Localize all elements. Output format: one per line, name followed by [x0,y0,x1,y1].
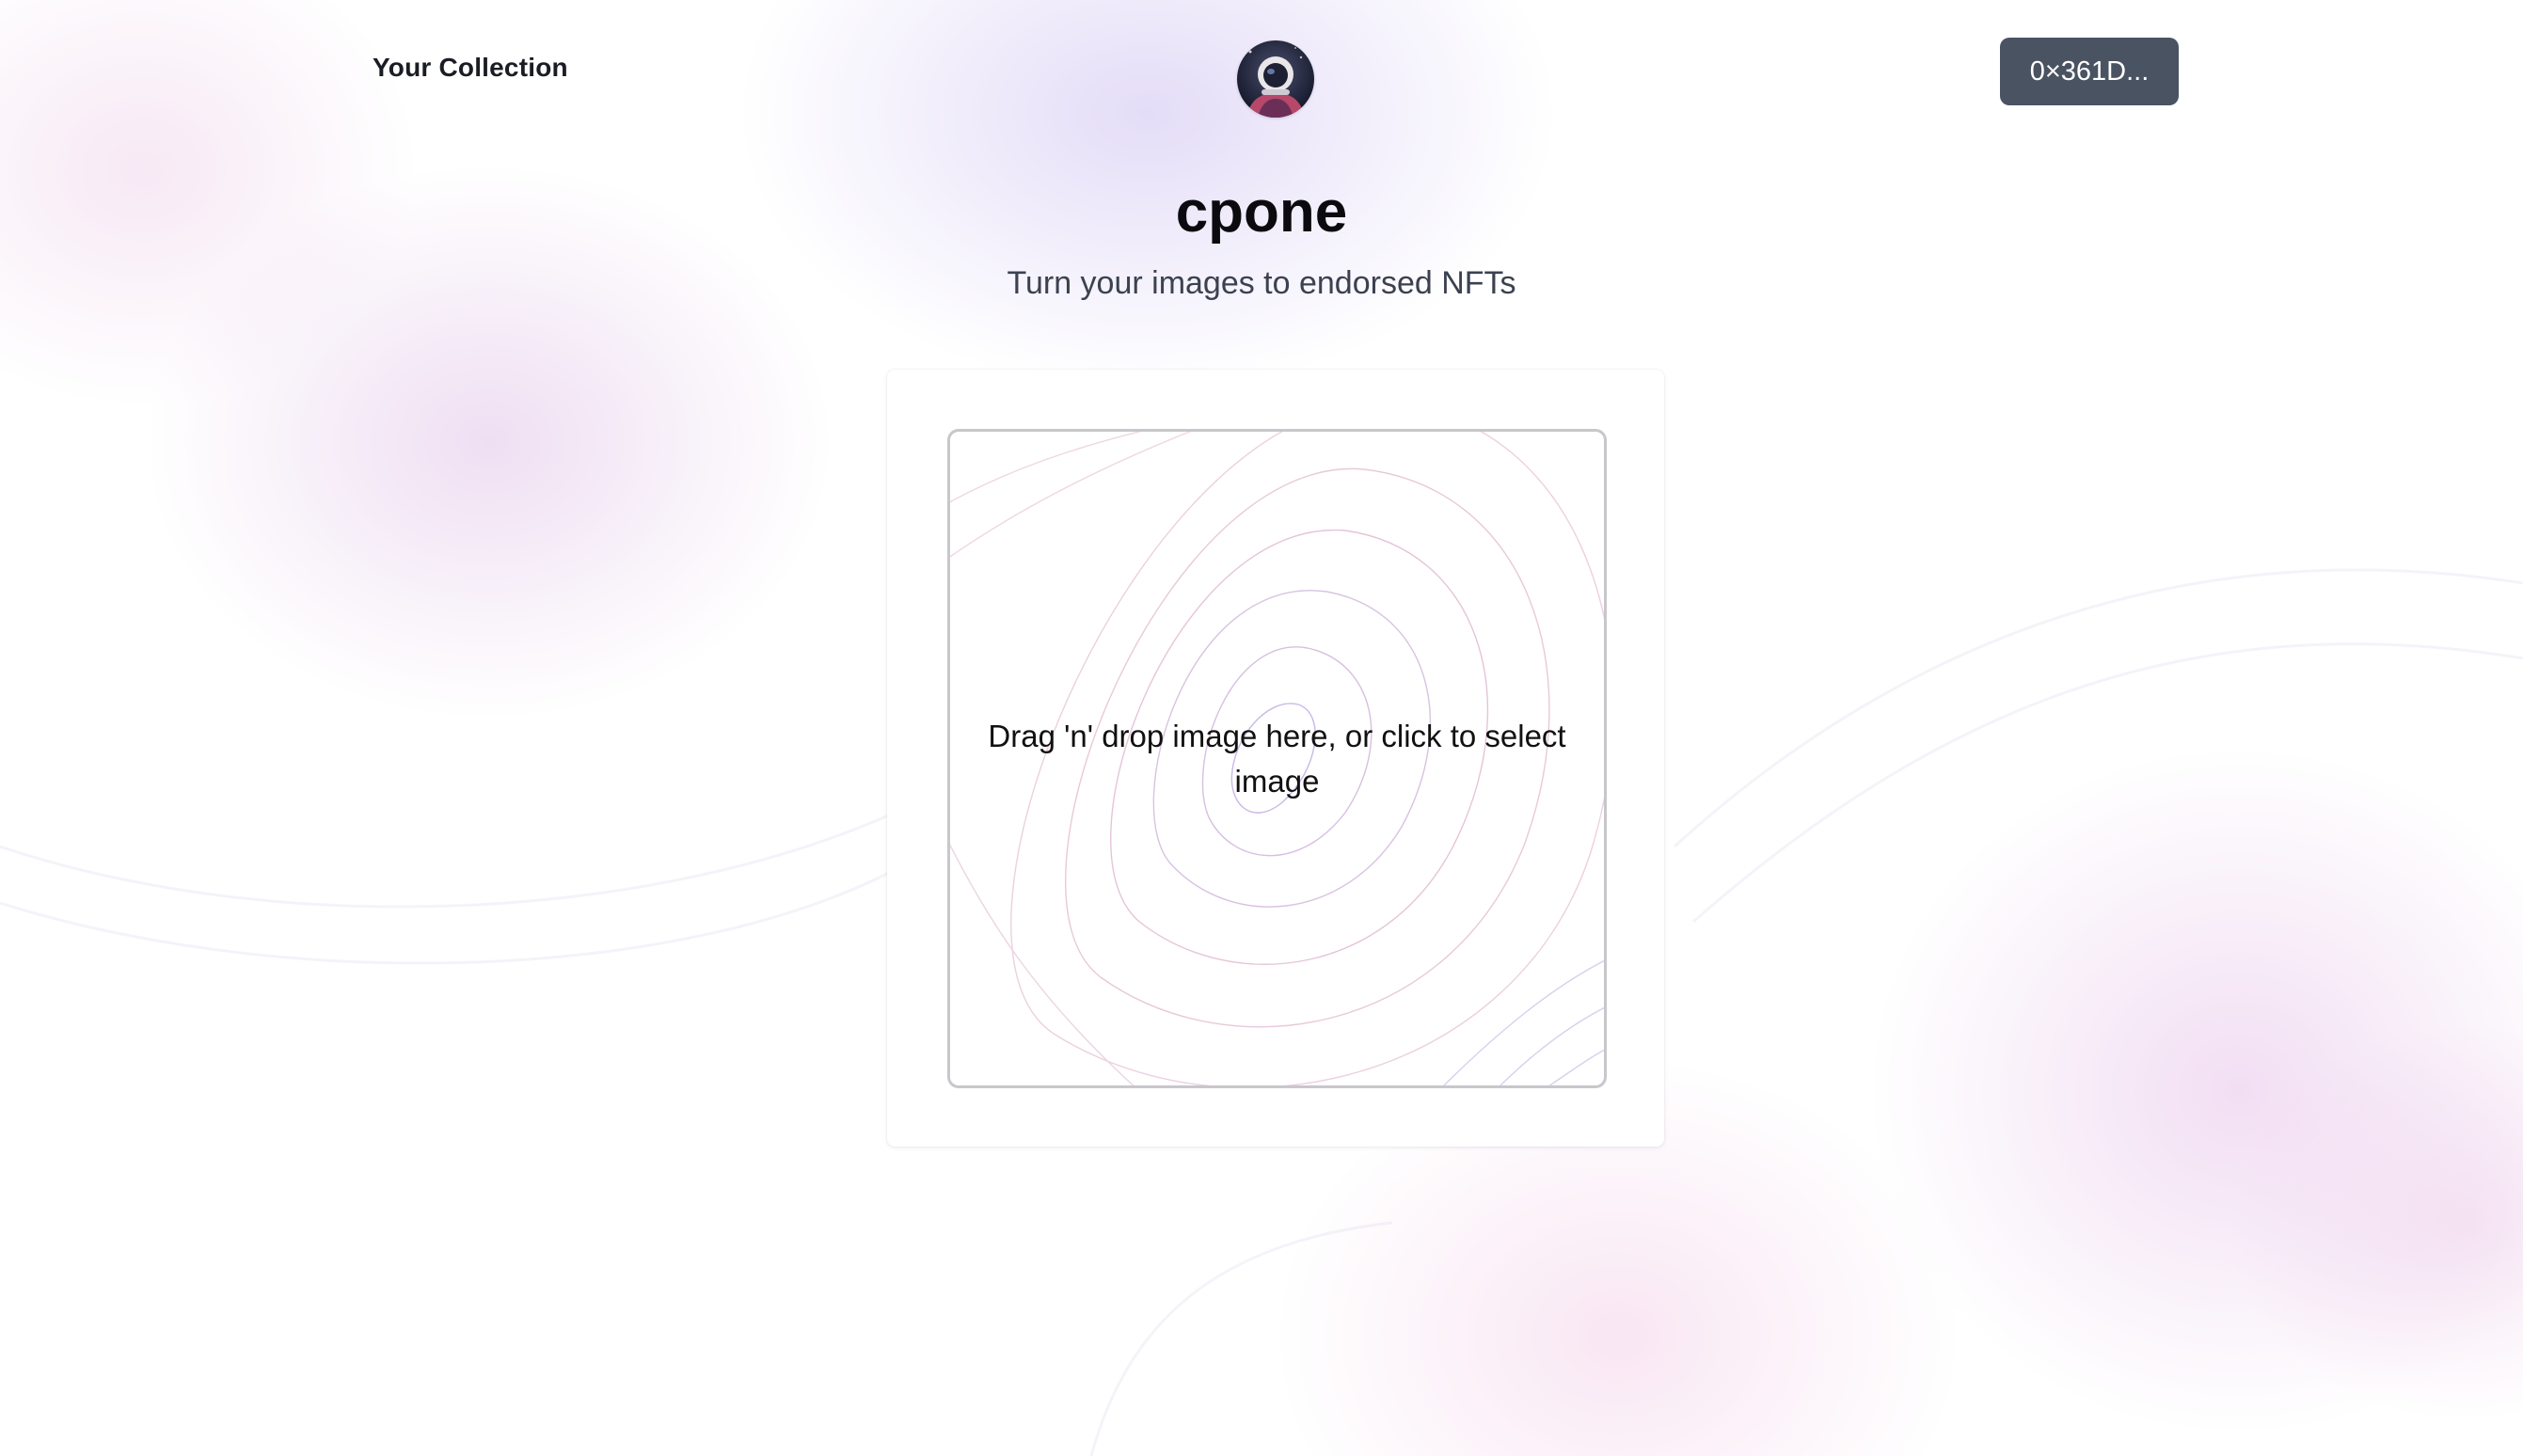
upload-card: Drag 'n' drop image here, or click to se… [887,370,1664,1147]
top-navbar: Your Collection 0×361D... [0,0,2523,160]
astronaut-avatar-icon[interactable] [1237,40,1314,118]
image-dropzone[interactable]: Drag 'n' drop image here, or click to se… [947,429,1607,1088]
wallet-address-button[interactable]: 0×361D... [2000,38,2179,105]
page: Your Collection 0×361D... cpone Turn you… [0,0,2523,1456]
dropzone-instruction-text: Drag 'n' drop image here, or click to se… [988,719,1566,799]
page-title: cpone [1175,180,1348,245]
your-collection-link[interactable]: Your Collection [373,53,568,83]
page-subtitle: Turn your images to endorsed NFTs [1007,265,1516,301]
